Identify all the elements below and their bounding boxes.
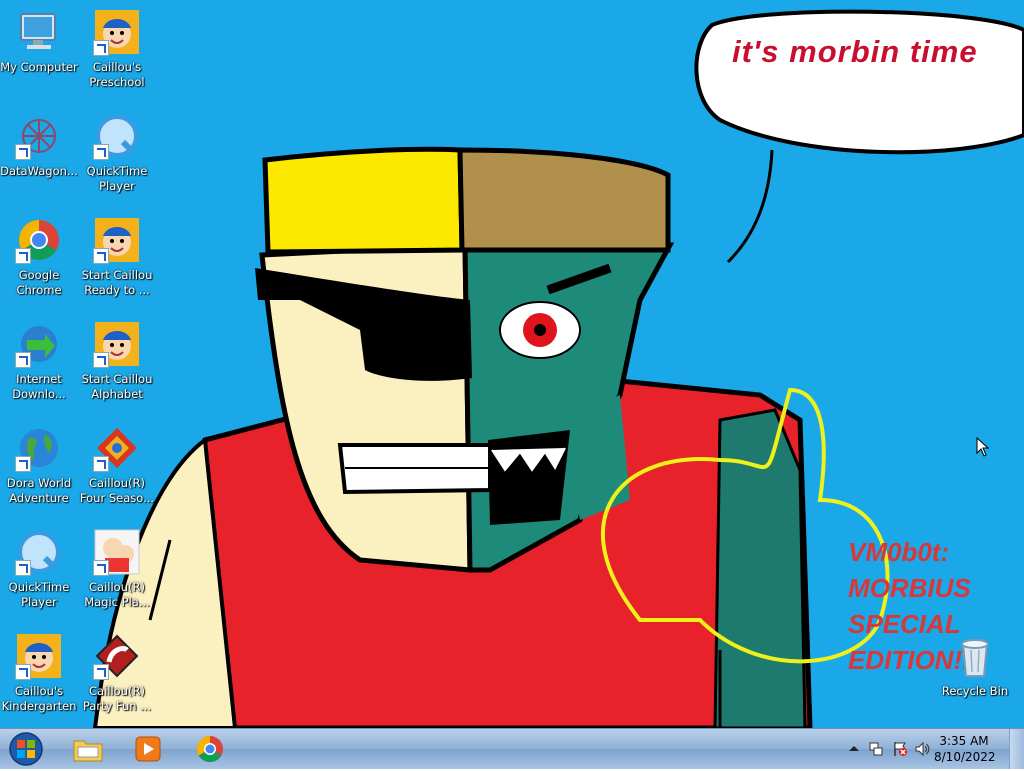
desktop-icon-caillous-kindergarten[interactable]: Caillou's Kindergarten xyxy=(0,632,78,714)
desktop-icon-label: Caillou(R) Magic Pla... xyxy=(84,580,150,609)
edition-line: VM0b0t: xyxy=(848,537,950,567)
shortcut-arrow-icon xyxy=(93,456,109,472)
caillou-icon xyxy=(93,320,141,368)
speech-bubble-text: it's morbin time xyxy=(732,34,978,69)
caillou-party-icon xyxy=(93,632,141,680)
caillou-icon xyxy=(93,216,141,264)
shortcut-arrow-icon xyxy=(93,248,109,264)
datawagon-icon xyxy=(15,112,63,160)
taskbar-chrome-button[interactable] xyxy=(182,731,238,767)
globe-icon xyxy=(15,424,63,472)
desktop-icon-start-caillou-alphabet[interactable]: Start Caillou Alphabet xyxy=(78,320,156,402)
desktop-icon-start-caillou-ready[interactable]: Start Caillou Ready to ... xyxy=(78,216,156,298)
shortcut-arrow-icon xyxy=(93,560,109,576)
action-center-icon[interactable] xyxy=(892,741,908,757)
desktop-icon-label: Start Caillou Alphabet xyxy=(81,372,153,401)
desktop-icon-label: QuickTime Player xyxy=(86,164,148,193)
show-desktop-button[interactable] xyxy=(1009,729,1024,769)
shortcut-arrow-icon xyxy=(15,664,31,680)
taskbar: 3:35 AM 8/10/2022 xyxy=(0,728,1024,769)
desktop-icon-caillou-party-fun[interactable]: Caillou(R) Party Fun ... xyxy=(78,632,156,714)
quicktime-icon xyxy=(93,112,141,160)
caillou-icon xyxy=(15,632,63,680)
start-button[interactable] xyxy=(4,731,48,767)
media-player-icon xyxy=(135,736,161,762)
desktop-icon-label: Dora World Adventure xyxy=(6,476,72,505)
explorer-folder-icon xyxy=(73,740,103,762)
desktop-icon-label: Google Chrome xyxy=(16,268,62,297)
desktop-icon-quicktime-player-2[interactable]: QuickTime Player xyxy=(0,528,78,610)
mouse-cursor-icon xyxy=(976,436,990,461)
desktop-icon-google-chrome[interactable]: Google Chrome xyxy=(0,216,78,298)
quicktime-icon xyxy=(15,528,63,576)
clock-time: 3:35 AM xyxy=(939,734,989,748)
desktop-icon-datawagon[interactable]: DataWagon... xyxy=(0,112,78,179)
volume-icon[interactable] xyxy=(914,741,930,757)
desktop-icon-quicktime-player[interactable]: QuickTime Player xyxy=(78,112,156,194)
shortcut-arrow-icon xyxy=(15,352,31,368)
system-clock[interactable]: 3:35 AM 8/10/2022 xyxy=(934,733,996,765)
desktop-icon-label: Internet Downlo... xyxy=(12,372,66,401)
shortcut-arrow-icon xyxy=(15,560,31,576)
shortcut-arrow-icon xyxy=(93,352,109,368)
desktop[interactable]: it's morbin time VM0b0t: MORBIUS SPECIAL… xyxy=(0,0,1024,728)
desktop-icon-recycle-bin[interactable]: Recycle Bin xyxy=(936,632,1014,699)
show-hidden-icons-arrow[interactable] xyxy=(846,741,862,757)
computer-icon xyxy=(15,8,63,56)
shortcut-arrow-icon xyxy=(93,144,109,160)
desktop-icon-dora-world-adventure[interactable]: Dora World Adventure xyxy=(0,424,78,506)
desktop-icon-label: Caillou(R) Party Fun ... xyxy=(82,684,152,713)
desktop-icon-label: DataWagon... xyxy=(0,164,78,178)
network-icon[interactable] xyxy=(868,741,884,757)
desktop-icon-label: QuickTime Player xyxy=(8,580,70,609)
edition-line: MORBIUS xyxy=(848,573,971,603)
caillou-icon xyxy=(93,8,141,56)
shortcut-arrow-icon xyxy=(15,456,31,472)
desktop-icon-caillou-magic-playhouse[interactable]: Caillou(R) Magic Pla... xyxy=(78,528,156,610)
taskbar-media-player-button[interactable] xyxy=(120,731,176,767)
chrome-icon xyxy=(15,216,63,264)
shortcut-arrow-icon xyxy=(93,664,109,680)
start-orb-icon xyxy=(9,732,43,766)
desktop-icon-caillous-preschool[interactable]: Caillou's Preschool xyxy=(78,8,156,90)
chrome-icon xyxy=(196,735,223,763)
recycle-bin-icon xyxy=(951,632,999,680)
caillou-magic-icon xyxy=(93,528,141,576)
desktop-icon-label: My Computer xyxy=(0,60,78,74)
idm-icon xyxy=(15,320,63,368)
desktop-icon-my-computer[interactable]: My Computer xyxy=(0,8,78,75)
shortcut-arrow-icon xyxy=(15,144,31,160)
caillou-seasons-icon xyxy=(93,424,141,472)
shortcut-arrow-icon xyxy=(93,40,109,56)
desktop-icon-label: Recycle Bin xyxy=(941,684,1009,698)
taskbar-explorer-button[interactable] xyxy=(60,731,116,767)
desktop-icon-internet-download-manager[interactable]: Internet Downlo... xyxy=(0,320,78,402)
desktop-icon-label: Start Caillou Ready to ... xyxy=(81,268,153,297)
shortcut-arrow-icon xyxy=(15,248,31,264)
desktop-icon-label: Caillou's Kindergarten xyxy=(1,684,77,713)
desktop-icon-label: Caillou(R) Four Seaso... xyxy=(79,476,155,505)
desktop-icon-label: Caillou's Preschool xyxy=(89,60,145,89)
clock-date: 8/10/2022 xyxy=(934,750,996,764)
desktop-icon-caillou-four-seasons[interactable]: Caillou(R) Four Seaso... xyxy=(78,424,156,506)
